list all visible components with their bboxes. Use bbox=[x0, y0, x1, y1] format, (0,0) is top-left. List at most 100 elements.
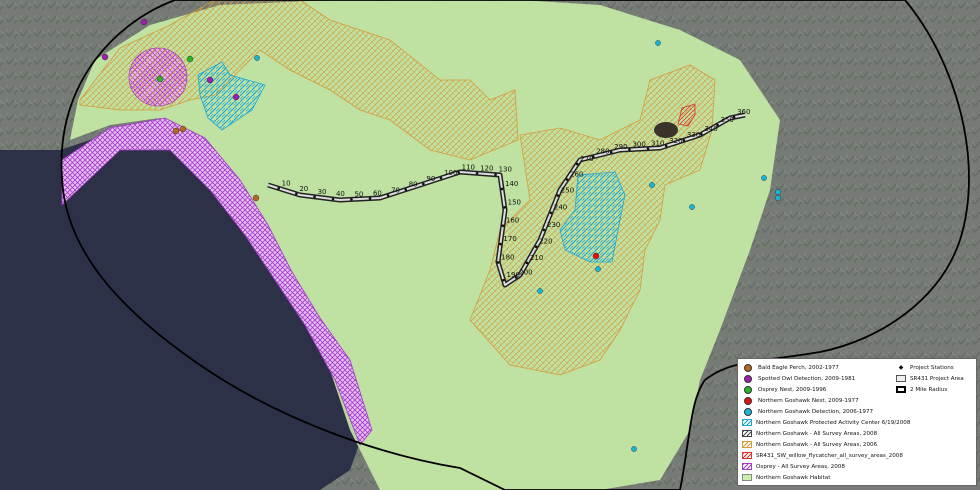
project-station-marker[interactable] bbox=[514, 276, 518, 279]
project-station-marker[interactable] bbox=[457, 171, 460, 174]
bald-eagle-point[interactable] bbox=[172, 127, 180, 135]
legend-entry: Osprey Nest, 2009-1996 bbox=[742, 384, 826, 395]
project-station-marker[interactable] bbox=[503, 206, 506, 209]
dark-clearing bbox=[654, 122, 678, 138]
project-station-marker[interactable] bbox=[534, 245, 538, 249]
legend-entry: Northern Goshawk Habitat bbox=[742, 472, 830, 483]
legend-right-column: ◆ Project Stations SR431 Project Area 2 Mil… bbox=[896, 362, 976, 402]
project-station-marker[interactable] bbox=[422, 182, 425, 186]
spotted-owl-point[interactable] bbox=[140, 18, 148, 26]
project-station-label: 150 bbox=[508, 198, 521, 206]
project-station-label: 50 bbox=[354, 190, 363, 198]
project-station-marker[interactable] bbox=[496, 261, 500, 264]
project-station-marker[interactable] bbox=[732, 115, 736, 119]
legend-entry: Spotted Owl Detection, 2009-1981 bbox=[742, 373, 855, 384]
project-station-marker[interactable] bbox=[575, 162, 579, 166]
project-station-label: 140 bbox=[505, 180, 518, 188]
project-station-marker[interactable] bbox=[549, 211, 553, 215]
project-station-label: 350 bbox=[720, 116, 733, 124]
project-station-label: 110 bbox=[462, 163, 475, 171]
project-station-label: 70 bbox=[391, 186, 400, 194]
goshawk-detection-point[interactable] bbox=[761, 175, 767, 181]
goshawk-detection-point[interactable] bbox=[775, 189, 781, 195]
osprey-nest-icon bbox=[744, 385, 752, 394]
project-station-marker[interactable] bbox=[295, 192, 298, 196]
project-station-marker[interactable] bbox=[350, 198, 353, 201]
project-station-marker[interactable] bbox=[628, 148, 631, 151]
legend-left-column: Bald Eagle Perch, 2002-1977 Spotted Owl D… bbox=[742, 362, 910, 484]
project-station-marker[interactable] bbox=[475, 171, 479, 175]
legend-entry-label: SR431 Project Area bbox=[910, 375, 964, 382]
legend-entry: 2 Mile Radius bbox=[896, 384, 947, 395]
legend-entry-label: 2 Mile Radius bbox=[910, 386, 948, 393]
willow-flycatcher-icon bbox=[742, 452, 752, 459]
osprey-nest-point[interactable] bbox=[156, 75, 164, 83]
project-station-marker[interactable] bbox=[494, 173, 497, 176]
project-station-label: 200 bbox=[519, 269, 532, 277]
project-station-marker[interactable] bbox=[542, 228, 546, 232]
legend-entry: Osprey - All Survey Areas, 2008 bbox=[742, 461, 845, 472]
goshawk-nest-icon bbox=[744, 396, 752, 405]
project-station-marker[interactable] bbox=[525, 261, 529, 265]
project-station-marker[interactable] bbox=[682, 138, 686, 142]
project-station-marker[interactable] bbox=[499, 242, 502, 246]
osprey-nest-point[interactable] bbox=[186, 55, 194, 63]
legend-entry-label: SR431_SW_willow_flycatcher_all_survey_ar… bbox=[756, 452, 903, 459]
project-station-marker[interactable] bbox=[716, 123, 719, 127]
legend-entry-label: Northern Goshawk Habitat bbox=[756, 474, 831, 481]
bald-eagle-point[interactable] bbox=[252, 194, 260, 202]
project-station-marker[interactable] bbox=[331, 197, 335, 201]
goshawk-habitat-icon bbox=[742, 474, 752, 481]
project-station-marker[interactable] bbox=[277, 187, 280, 190]
goshawk-survey-2006-icon bbox=[742, 441, 752, 448]
goshawk-survey-2008-icon bbox=[742, 430, 752, 437]
legend-entry: Northern Goshawk - All Survey Areas, 200… bbox=[742, 428, 877, 439]
osprey-survey-icon bbox=[742, 463, 752, 470]
legend-entry-label: Northern Goshawk Nest, 2009-1977 bbox=[758, 397, 859, 404]
project-station-marker[interactable] bbox=[664, 144, 668, 148]
goshawk-pac-icon bbox=[742, 419, 752, 426]
legend-entry-label: Osprey Nest, 2009-1996 bbox=[758, 386, 827, 393]
project-station-marker[interactable] bbox=[609, 150, 613, 154]
legend-entry-label: Bald Eagle Perch, 2002-1977 bbox=[758, 364, 839, 371]
project-station-marker[interactable] bbox=[700, 132, 703, 136]
project-station-marker[interactable] bbox=[502, 278, 505, 282]
project-station-label: 270 bbox=[580, 155, 593, 163]
spotted-owl-point[interactable] bbox=[206, 76, 214, 84]
legend-entry-label: Project Stations bbox=[910, 364, 954, 371]
bald-eagle-point[interactable] bbox=[179, 125, 187, 133]
project-station-marker[interactable] bbox=[404, 188, 408, 191]
goshawk-detection-point[interactable] bbox=[775, 195, 781, 201]
goshawk-detection-point[interactable] bbox=[595, 266, 601, 272]
project-station-marker[interactable] bbox=[439, 176, 443, 180]
project-station-marker[interactable] bbox=[646, 147, 650, 150]
project-station-marker[interactable] bbox=[386, 194, 390, 197]
goshawk-detection-point[interactable] bbox=[537, 288, 543, 294]
project-area-icon bbox=[896, 375, 906, 382]
project-station-marker[interactable] bbox=[591, 155, 595, 158]
goshawk-detection-point[interactable] bbox=[631, 446, 637, 452]
project-station-marker[interactable] bbox=[556, 194, 560, 197]
spotted-owl-point[interactable] bbox=[101, 53, 109, 61]
project-station-marker[interactable] bbox=[368, 197, 372, 200]
legend-entry: ◆ Project Stations bbox=[896, 362, 954, 373]
goshawk-detection-point[interactable] bbox=[254, 55, 260, 61]
project-station-label: 260 bbox=[570, 171, 583, 179]
legend-entry-label: Northern Goshawk Protected Activity Cent… bbox=[756, 419, 911, 426]
project-station-label: 320 bbox=[669, 137, 682, 145]
project-station-marker[interactable] bbox=[500, 187, 504, 191]
goshawk-detection-point[interactable] bbox=[689, 204, 695, 210]
spotted-owl-point[interactable] bbox=[232, 93, 240, 101]
goshawk-detection-point[interactable] bbox=[655, 40, 661, 46]
map-legend: Bald Eagle Perch, 2002-1977 Spotted Owl D… bbox=[737, 358, 977, 486]
project-station-label: 10 bbox=[282, 179, 291, 187]
goshawk-nest-point[interactable] bbox=[592, 252, 600, 260]
project-station-marker[interactable] bbox=[565, 178, 569, 181]
goshawk-detection-point[interactable] bbox=[649, 182, 655, 188]
project-station-marker[interactable] bbox=[313, 195, 316, 199]
project-station-label: 210 bbox=[530, 254, 543, 262]
project-station-label: 20 bbox=[299, 185, 308, 193]
spotted-owl-icon bbox=[744, 374, 752, 383]
project-station-marker[interactable] bbox=[501, 224, 505, 227]
project-station-label: 300 bbox=[632, 141, 645, 149]
